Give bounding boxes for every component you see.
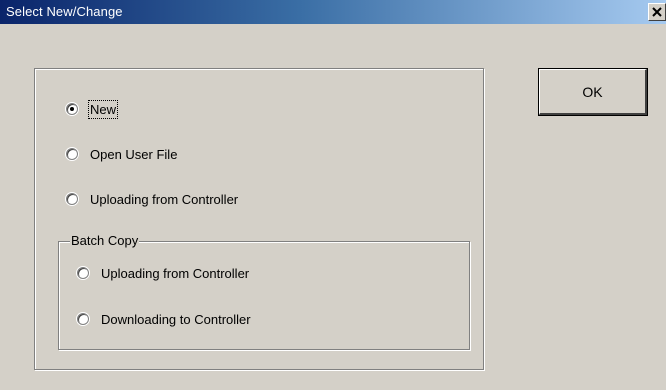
radio-batch-uploading-label: Uploading from Controller	[101, 265, 250, 281]
radio-uploading-from-controller-indicator[interactable]	[66, 193, 78, 205]
ok-button[interactable]: OK	[539, 69, 647, 115]
title-bar: Select New/Change	[0, 0, 666, 24]
radio-new[interactable]: New	[66, 99, 119, 119]
radio-batch-downloading[interactable]: Downloading to Controller	[77, 310, 251, 328]
radio-uploading-from-controller[interactable]: Uploading from Controller	[66, 190, 238, 208]
radio-open-user-file[interactable]: Open User File	[66, 145, 177, 163]
radio-batch-downloading-indicator[interactable]	[77, 313, 89, 325]
batch-copy-legend: Batch Copy	[70, 233, 140, 249]
window-title: Select New/Change	[6, 4, 123, 19]
close-button[interactable]	[648, 3, 666, 21]
radio-new-label: New	[87, 99, 119, 119]
radio-new-indicator[interactable]	[66, 103, 78, 115]
batch-copy-group	[58, 241, 470, 350]
radio-open-user-file-indicator[interactable]	[66, 148, 78, 160]
radio-batch-uploading[interactable]: Uploading from Controller	[77, 264, 249, 282]
radio-uploading-from-controller-label: Uploading from Controller	[90, 191, 239, 207]
radio-batch-downloading-label: Downloading to Controller	[101, 311, 251, 327]
close-icon	[652, 7, 662, 17]
ok-button-label: OK	[582, 83, 603, 100]
radio-open-user-file-label: Open User File	[90, 146, 178, 162]
radio-batch-uploading-indicator[interactable]	[77, 267, 89, 279]
